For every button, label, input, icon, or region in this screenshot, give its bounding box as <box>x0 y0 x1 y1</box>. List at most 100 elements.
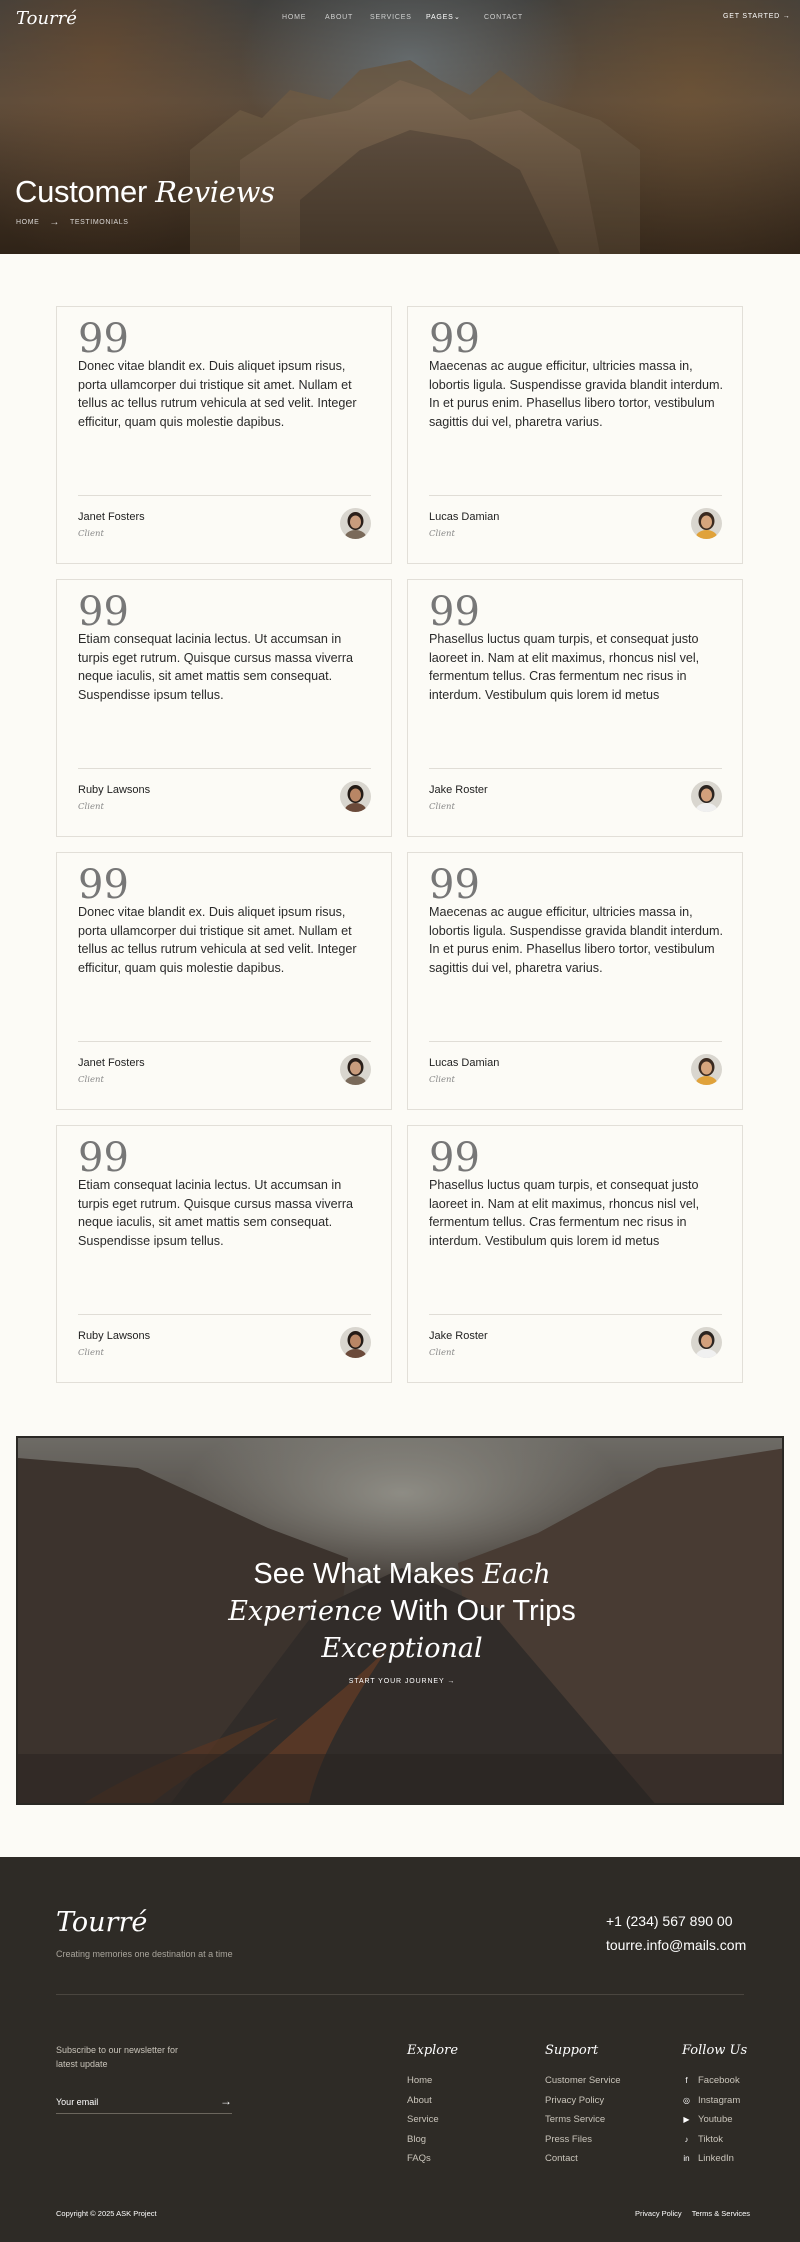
breadcrumb: HOME → TESTIMONIALS <box>16 217 129 228</box>
legal-privacy-policy[interactable]: Privacy Policy <box>635 2209 682 2218</box>
reviewer-name: Janet Fosters <box>78 1057 145 1069</box>
top-navbar: Tourré HOME ABOUT SERVICES PAGES ⌄ CONTA… <box>0 0 800 36</box>
explore-link-home[interactable]: Home <box>407 2071 458 2091</box>
reviewer-name: Lucas Damian <box>429 511 500 523</box>
support-link-press-files[interactable]: Press Files <box>545 2130 621 2150</box>
quote-icon: 99 <box>78 1135 129 1181</box>
footer-logo[interactable]: Tourré <box>56 1907 147 1938</box>
quote-icon: 99 <box>78 316 129 362</box>
footer-tagline: Creating memories one destination at a t… <box>56 1949 233 1959</box>
nav-pages[interactable]: PAGES <box>426 14 454 21</box>
support-link-terms-service[interactable]: Terms Service <box>545 2110 621 2130</box>
avatar <box>691 781 722 812</box>
quote-icon: 99 <box>429 862 480 908</box>
testimonial-card: 99 Etiam consequat lacinia lectus. Ut acc… <box>56 1125 392 1383</box>
social-link-linkedin[interactable]: in LinkedIn <box>682 2149 747 2169</box>
arrow-right-icon: → <box>49 217 61 228</box>
hero-overlay <box>0 0 800 254</box>
quote-icon: 99 <box>78 862 129 908</box>
footer: Tourré Creating memories one destination… <box>0 1857 800 2242</box>
card-divider <box>78 1314 371 1315</box>
testimonial-text: Etiam consequat lacinia lectus. Ut accum… <box>78 632 354 702</box>
support-link-privacy-policy[interactable]: Privacy Policy <box>545 2091 621 2111</box>
arrow-right-icon[interactable]: → <box>220 2094 232 2108</box>
reviewer-role: Client <box>78 802 104 812</box>
explore-link-about[interactable]: About <box>407 2091 458 2111</box>
reviewer-role: Client <box>429 529 455 539</box>
explore-link-faqs[interactable]: FAQs <box>407 2149 458 2169</box>
card-divider <box>429 495 722 496</box>
breadcrumb-home[interactable]: HOME <box>16 219 39 226</box>
footer-follow-column: Follow Us f Facebook ◎ Instagram ▶ Youtube … <box>682 2043 747 2169</box>
testimonial-text: Phasellus luctus quam turpis, et consequ… <box>429 632 700 702</box>
testimonial-text: Maecenas ac augue efficitur, ultricies m… <box>429 359 724 429</box>
support-link-contact[interactable]: Contact <box>545 2149 621 2169</box>
social-label: Youtube <box>698 2114 733 2126</box>
social-link-facebook[interactable]: f Facebook <box>682 2071 747 2091</box>
start-journey-link[interactable]: START YOUR JOURNEY → <box>18 1678 782 1685</box>
reviewer-role: Client <box>429 1075 455 1085</box>
social-link-instagram[interactable]: ◎ Instagram <box>682 2091 747 2111</box>
start-journey-label: START YOUR JOURNEY <box>348 1678 445 1685</box>
footer-email[interactable]: tourre.info@mails.com <box>606 1937 746 1953</box>
legal-links: Privacy Policy Terms & Services <box>635 2209 750 2218</box>
testimonial-card: 99 Donec vitae blandit ex. Duis aliquet i… <box>56 852 392 1110</box>
banner-line1-italic: Each <box>482 1559 551 1590</box>
avatar <box>340 508 371 539</box>
social-link-youtube[interactable]: ▶ Youtube <box>682 2110 747 2130</box>
banner-line2-plain: With Our Trips <box>390 1595 576 1627</box>
youtube-icon: ▶ <box>683 2115 690 2125</box>
social-link-tiktok[interactable]: ♪ Tiktok <box>682 2130 747 2150</box>
social-label: Facebook <box>698 2075 740 2087</box>
newsletter-email-field[interactable]: Your email → <box>56 2094 232 2114</box>
get-started-label: GET STARTED <box>723 13 781 20</box>
card-divider <box>429 768 722 769</box>
quote-icon: 99 <box>429 316 480 362</box>
testimonial-card: 99 Donec vitae blandit ex. Duis aliquet i… <box>56 306 392 564</box>
avatar <box>340 781 371 812</box>
footer-support-column: Support Customer Service Privacy Policy … <box>545 2043 621 2169</box>
support-title: Support <box>545 2043 599 2058</box>
card-divider <box>429 1041 722 1042</box>
nav-home[interactable]: HOME <box>282 14 306 21</box>
reviewer-role: Client <box>429 1348 455 1358</box>
reviewer-name: Lucas Damian <box>429 1057 500 1069</box>
quote-icon: 99 <box>78 589 129 635</box>
follow-title: Follow Us <box>682 2043 748 2058</box>
nav-services[interactable]: SERVICES <box>370 14 412 21</box>
testimonial-card: 99 Etiam consequat lacinia lectus. Ut acc… <box>56 579 392 837</box>
explore-title: Explore <box>407 2043 459 2058</box>
chevron-down-icon[interactable]: ⌄ <box>454 13 461 21</box>
reviewer-role: Client <box>78 529 104 539</box>
card-divider <box>78 495 371 496</box>
legal-terms-services[interactable]: Terms & Services <box>692 2209 750 2218</box>
testimonial-card: 99 Maecenas ac augue efficitur, ultricies… <box>407 852 743 1110</box>
hero-section: Tourré HOME ABOUT SERVICES PAGES ⌄ CONTA… <box>0 0 800 254</box>
explore-link-blog[interactable]: Blog <box>407 2130 458 2150</box>
avatar <box>691 1327 722 1358</box>
reviewer-role: Client <box>78 1075 104 1085</box>
support-link-customer-service[interactable]: Customer Service <box>545 2071 621 2091</box>
page-title: Customer Reviews <box>15 174 275 210</box>
page-title-italic: Reviews <box>155 175 275 209</box>
quote-icon: 99 <box>429 589 480 635</box>
arrow-right-icon: → <box>447 1678 456 1685</box>
banner-line3-italic: Exceptional <box>321 1633 483 1664</box>
testimonial-text: Maecenas ac augue efficitur, ultricies m… <box>429 905 724 975</box>
footer-phone[interactable]: +1 (234) 567 890 00 <box>606 1913 733 1929</box>
testimonial-card: 99 Maecenas ac augue efficitur, ultricies… <box>407 306 743 564</box>
copyright: Copyright © 2025 ASK Project <box>56 2209 157 2218</box>
reviewer-name: Ruby Lawsons <box>78 784 151 796</box>
nav-contact[interactable]: CONTACT <box>484 14 523 21</box>
explore-link-service[interactable]: Service <box>407 2110 458 2130</box>
banner-heading: See What Makes Each Experience With Our … <box>18 1556 782 1667</box>
get-started-button[interactable]: GET STARTED → <box>723 13 791 20</box>
card-divider <box>429 1314 722 1315</box>
nav-about[interactable]: ABOUT <box>325 14 353 21</box>
brand-logo[interactable]: Tourré <box>16 8 77 29</box>
social-label: Tiktok <box>698 2133 723 2145</box>
reviewer-name: Ruby Lawsons <box>78 1330 151 1342</box>
testimonial-text: Etiam consequat lacinia lectus. Ut accum… <box>78 1178 354 1248</box>
cta-banner: See What Makes Each Experience With Our … <box>16 1436 784 1805</box>
instagram-icon: ◎ <box>683 2095 690 2105</box>
